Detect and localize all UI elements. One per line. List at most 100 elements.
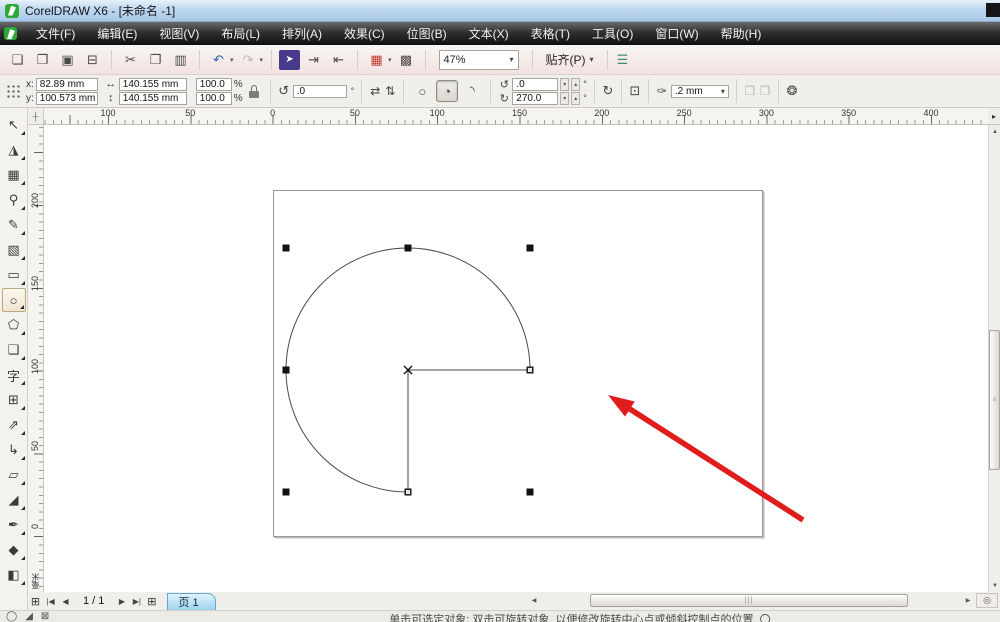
- menu-item-view[interactable]: 视图(V): [148, 22, 210, 45]
- new-document-button[interactable]: ❏: [6, 49, 29, 71]
- object-height-input[interactable]: 140.155 mm: [118, 91, 187, 105]
- pie-mode-button[interactable]: ◔: [436, 80, 459, 102]
- ruler-end-button[interactable]: ▸: [988, 108, 1000, 125]
- import-button[interactable]: ⇥: [302, 49, 325, 71]
- undo-button[interactable]: ↶: [207, 49, 230, 71]
- selection-handle[interactable]: [526, 488, 534, 496]
- object-x-input[interactable]: 82.89 mm: [35, 77, 98, 91]
- interactive-fill-tool[interactable]: ◧: [2, 563, 26, 587]
- copy-button[interactable]: ❐: [144, 49, 167, 71]
- arc-node[interactable]: [527, 367, 533, 373]
- chevron-down-icon[interactable]: ▾: [721, 87, 725, 96]
- basic-shapes-tool[interactable]: ❑: [2, 338, 26, 362]
- menu-item-file[interactable]: 文件(F): [25, 22, 86, 45]
- welcome-screen-button[interactable]: ▩: [395, 49, 418, 71]
- dimension-tool[interactable]: ⇗: [2, 413, 26, 437]
- polygon-tool[interactable]: ⬠: [2, 313, 26, 337]
- add-page-icon[interactable]: ⊞: [144, 595, 159, 608]
- application-launcher-button[interactable]: ▦: [365, 49, 388, 71]
- selection-handle[interactable]: [282, 244, 290, 252]
- vertical-scroll-thumb[interactable]: ≡: [989, 330, 1000, 470]
- crop-tool[interactable]: ▦: [2, 163, 26, 187]
- horizontal-ruler[interactable]: 100 50 0 50 100 150 200 250 300 350 400: [44, 108, 988, 125]
- ruler-origin-button[interactable]: ┼: [28, 108, 44, 125]
- menu-item-tools[interactable]: 工具(O): [581, 22, 644, 45]
- rectangle-tool[interactable]: ▭: [2, 263, 26, 287]
- navigator-icon[interactable]: ◎: [976, 593, 998, 608]
- freehand-tool[interactable]: ✎: [2, 213, 26, 237]
- window-controls[interactable]: [986, 3, 1000, 17]
- save-document-button[interactable]: ▣: [56, 49, 79, 71]
- quick-wrap-icon[interactable]: ❐: [759, 84, 771, 98]
- selection-handle[interactable]: [526, 244, 534, 252]
- convert-to-curves-icon[interactable]: ❂: [786, 83, 798, 99]
- connector-tool[interactable]: ↳: [2, 438, 26, 462]
- mirror-horizontal-icon[interactable]: ⇄: [369, 84, 381, 98]
- rotation-angle-input[interactable]: .0: [292, 84, 347, 98]
- scroll-up-icon[interactable]: ▲: [989, 125, 1000, 138]
- search-content-button[interactable]: ➤: [279, 49, 301, 70]
- menu-item-arrange[interactable]: 排列(A): [271, 22, 333, 45]
- outline-pen-tool[interactable]: ✒: [2, 513, 26, 537]
- ellipse-mode-button[interactable]: ○: [411, 80, 433, 102]
- pick-tool[interactable]: ↖: [2, 113, 26, 137]
- last-page-button[interactable]: ▶|: [129, 597, 144, 606]
- scroll-right-icon[interactable]: ▶: [962, 594, 974, 607]
- arc-mode-button[interactable]: ◝: [461, 80, 483, 102]
- next-page-button[interactable]: ▶: [114, 597, 129, 606]
- selection-handle[interactable]: [282, 366, 290, 374]
- vertical-ruler[interactable]: 毫米 200 150 100 50 0: [28, 125, 44, 592]
- ellipse-tool[interactable]: ○: [1, 288, 26, 312]
- start-angle-input[interactable]: .0: [512, 77, 559, 91]
- scale-x-input[interactable]: 100.0: [195, 77, 232, 91]
- menu-item-window[interactable]: 窗口(W): [644, 22, 709, 45]
- selection-handle[interactable]: [404, 244, 412, 252]
- menu-item-bitmaps[interactable]: 位图(B): [396, 22, 458, 45]
- scroll-down-icon[interactable]: ▼: [989, 579, 1000, 592]
- previous-page-button[interactable]: ◀: [58, 597, 73, 606]
- add-page-icon[interactable]: ⊞: [28, 595, 43, 608]
- application-launcher-dropdown-icon[interactable]: ▾: [388, 56, 392, 64]
- undo-dropdown-icon[interactable]: ▾: [230, 56, 234, 64]
- lock-ratio-icon[interactable]: [248, 84, 260, 98]
- horizontal-scrollbar[interactable]: ◀ ||| ▶: [528, 593, 974, 608]
- change-direction-icon[interactable]: ↻: [602, 83, 614, 99]
- first-page-button[interactable]: |◀: [43, 597, 58, 606]
- zoom-tool[interactable]: ⚲: [2, 188, 26, 212]
- object-width-input[interactable]: 140.155 mm: [118, 77, 187, 91]
- zoom-level-combo[interactable]: 47% ▾: [438, 49, 519, 70]
- chevron-down-icon[interactable]: ▾: [590, 55, 594, 64]
- spin-down-button[interactable]: ▾: [560, 77, 570, 91]
- cut-button[interactable]: ✂: [119, 49, 142, 71]
- spin-down-button[interactable]: ▾: [560, 91, 570, 105]
- redo-button[interactable]: ↷: [237, 49, 260, 71]
- text-wrap-icon[interactable]: ⊡: [629, 83, 641, 99]
- end-angle-input[interactable]: 270.0: [512, 91, 559, 105]
- wrap-boundary-icon[interactable]: ❒: [744, 84, 756, 98]
- outline-width-combo[interactable]: .2 mm ▾: [670, 84, 729, 98]
- text-tool[interactable]: 字: [2, 363, 26, 387]
- snap-to-dropdown[interactable]: 贴齐(P) ▾: [546, 51, 594, 68]
- blend-tool[interactable]: ▱: [2, 463, 26, 487]
- mirror-vertical-icon[interactable]: ⇅: [384, 84, 396, 98]
- arc-node[interactable]: [405, 489, 411, 495]
- spin-up-button[interactable]: ▴: [571, 91, 581, 105]
- paste-button[interactable]: ▥: [169, 49, 192, 71]
- table-tool[interactable]: ⊞: [2, 388, 26, 412]
- page-tab[interactable]: 页 1: [167, 592, 216, 610]
- scale-y-input[interactable]: 100.0: [195, 91, 232, 105]
- drawing-canvas[interactable]: [44, 125, 988, 592]
- options-icon[interactable]: ☰: [617, 52, 629, 68]
- smart-fill-tool[interactable]: ▧: [2, 238, 26, 262]
- scroll-left-icon[interactable]: ◀: [528, 594, 540, 607]
- spin-up-button[interactable]: ▴: [571, 77, 581, 91]
- horizontal-scroll-thumb[interactable]: |||: [590, 594, 908, 607]
- object-y-input[interactable]: 100.573 mm: [35, 91, 98, 105]
- menu-item-layout[interactable]: 布局(L): [210, 22, 271, 45]
- chevron-down-icon[interactable]: ▾: [510, 55, 514, 64]
- selection-handle[interactable]: [282, 488, 290, 496]
- eyedropper-tool[interactable]: ◢: [2, 488, 26, 512]
- menu-item-edit[interactable]: 编辑(E): [86, 22, 148, 45]
- fill-tool[interactable]: ◆: [2, 538, 26, 562]
- vertical-scrollbar[interactable]: ▲ ≡ ▼: [988, 125, 1000, 592]
